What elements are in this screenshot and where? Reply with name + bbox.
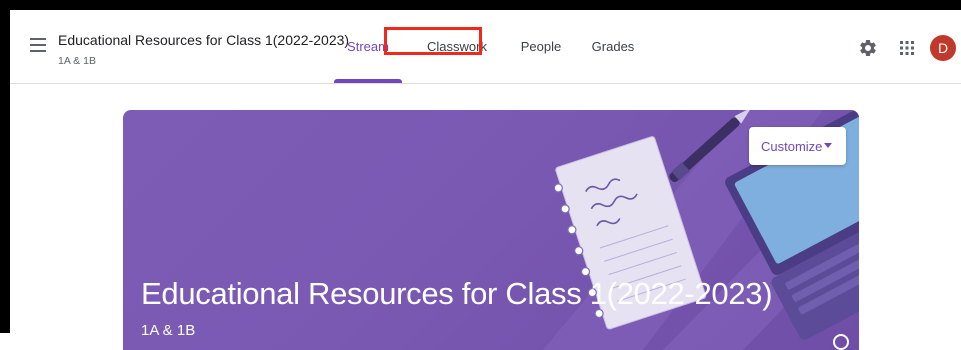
class-section: 1A & 1B bbox=[58, 55, 96, 67]
tab-grades[interactable]: Grades bbox=[572, 10, 654, 83]
hamburger-menu-icon[interactable] bbox=[30, 38, 46, 52]
customize-label: Customize bbox=[761, 138, 823, 154]
class-tabs: Stream Classwork People Grades bbox=[332, 10, 654, 83]
customize-button[interactable]: Customize bbox=[749, 127, 846, 165]
tab-people[interactable]: People bbox=[510, 10, 572, 83]
tab-classwork[interactable]: Classwork bbox=[404, 10, 510, 83]
class-banner: Customize Educational Resources for Clas… bbox=[123, 110, 859, 350]
banner-section: 1A & 1B bbox=[141, 322, 196, 339]
apps-grid-icon[interactable] bbox=[899, 40, 915, 56]
gear-icon[interactable] bbox=[858, 38, 878, 58]
frame-border-top bbox=[0, 0, 961, 10]
app-header: Educational Resources for Class 1(2022-2… bbox=[10, 10, 961, 84]
class-title[interactable]: Educational Resources for Class 1(2022-2… bbox=[58, 32, 349, 48]
caret-down-icon bbox=[824, 143, 832, 148]
banner-title: Educational Resources for Class 1(2022-2… bbox=[141, 276, 773, 311]
tab-stream[interactable]: Stream bbox=[332, 10, 404, 83]
frame-border-left bbox=[0, 0, 10, 333]
avatar[interactable]: D bbox=[930, 35, 956, 61]
